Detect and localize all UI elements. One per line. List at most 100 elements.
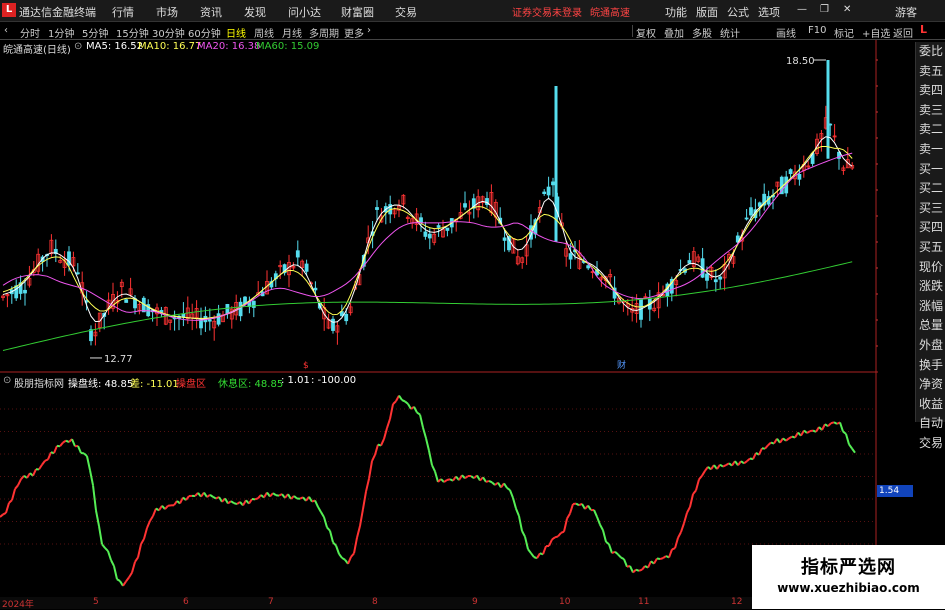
tool-fuquan[interactable]: 复权	[636, 25, 656, 40]
indicator-segment	[291, 496, 294, 499]
period-5min[interactable]: 5分钟	[82, 25, 108, 40]
menu-hangqing[interactable]: 行情	[112, 4, 134, 20]
candle-body	[252, 301, 255, 307]
indicator-segment	[783, 438, 786, 440]
menu-faxian[interactable]: 发现	[244, 4, 266, 20]
nav-back-icon[interactable]: ‹	[4, 25, 8, 36]
rp-buy1[interactable]: 买一	[916, 160, 945, 180]
indicator-segment	[330, 531, 333, 543]
indicator-segment	[72, 439, 75, 446]
indicator-segment	[78, 446, 81, 453]
indicator-name[interactable]: 股朋指标网	[14, 375, 64, 390]
ma60-label: MA60: 15.09	[256, 41, 319, 52]
indicator-segment	[744, 461, 747, 463]
indicator-segment	[438, 479, 441, 482]
ind-line1: 操盘线: 48.85	[68, 375, 133, 390]
rp-eps[interactable]: 收益	[916, 395, 945, 415]
indicator-segment	[441, 479, 444, 482]
indicator-segment	[483, 477, 486, 482]
period-daily[interactable]: 日线	[226, 25, 246, 40]
close-icon[interactable]: ✕	[843, 4, 851, 15]
price-chart[interactable]: 18.5018.0017.5017.0016.5016.0015.5015.00…	[0, 40, 878, 373]
guest-label[interactable]: 游客	[895, 4, 917, 20]
rp-turnover[interactable]: 换手	[916, 356, 945, 376]
tool-diejia[interactable]: 叠加	[664, 25, 684, 40]
rp-volume[interactable]: 总量	[916, 316, 945, 336]
indicator-segment	[231, 501, 234, 503]
tool-tongji[interactable]: 统计	[720, 25, 740, 40]
menu-caifuquan[interactable]: 财富圈	[341, 4, 374, 20]
period-15min[interactable]: 15分钟	[116, 25, 149, 40]
period-30min[interactable]: 30分钟	[152, 25, 185, 40]
tool-fanhui[interactable]: 返回	[893, 25, 913, 40]
indicator-segment	[471, 476, 474, 478]
indicator-segment	[318, 507, 321, 512]
indicator-segment	[636, 570, 639, 571]
indicator-segment	[609, 544, 612, 553]
rp-weibi[interactable]: 委比	[916, 42, 945, 62]
period-1min[interactable]: 1分钟	[48, 25, 74, 40]
rp-buy2[interactable]: 买二	[916, 179, 945, 199]
rp-buy3[interactable]: 买三	[916, 199, 945, 219]
rp-buy5[interactable]: 买五	[916, 238, 945, 258]
rp-maier[interactable]: 卖二	[916, 120, 945, 140]
login-notice[interactable]: 证券交易未登录	[512, 4, 582, 19]
tool-duogu[interactable]: 多股	[692, 25, 712, 40]
indicator-segment	[786, 438, 789, 440]
minimize-icon[interactable]: —	[797, 4, 807, 15]
rp-price[interactable]: 现价	[916, 258, 945, 278]
period-fenshi[interactable]: 分时	[20, 25, 40, 40]
indicator-segment	[654, 558, 657, 563]
menu-wenxiaoda[interactable]: 问小达	[288, 4, 321, 20]
menu-zixun[interactable]: 资讯	[200, 4, 222, 20]
tool-zixuan[interactable]: +自选	[862, 25, 890, 40]
indicator-segment	[648, 561, 651, 567]
period-more[interactable]: 更多	[344, 25, 364, 40]
rp-pct[interactable]: 涨幅	[916, 297, 945, 317]
indicator-segment	[555, 536, 558, 537]
period-monthly[interactable]: 月线	[282, 25, 302, 40]
stock-notice[interactable]: 皖通高速	[590, 4, 630, 19]
indicator-segment	[759, 448, 762, 455]
period-multi[interactable]: 多周期	[309, 25, 339, 40]
restore-icon[interactable]: ❐	[820, 4, 829, 15]
rp-trade[interactable]: 交易	[916, 434, 945, 454]
indicator-chart[interactable]: 100.0075.0050.0025.000.00-25.00-50.0014:…	[0, 373, 878, 597]
candle-body	[714, 280, 717, 282]
tool-biaoji[interactable]: 标记	[834, 25, 854, 40]
indicator-segment	[606, 542, 609, 544]
rp-maisi[interactable]: 卖四	[916, 81, 945, 101]
x-axis: 2024年 5 6 7 8 9 10 11 12	[0, 597, 878, 609]
period-weekly[interactable]: 周线	[254, 25, 274, 40]
rp-buy4[interactable]: 买四	[916, 218, 945, 238]
rp-maiwu[interactable]: 卖五	[916, 62, 945, 82]
indicator-segment	[369, 461, 372, 479]
rp-netasset[interactable]: 净资	[916, 375, 945, 395]
menu-jiaoyi[interactable]: 交易	[395, 4, 417, 20]
app-title: 通达信金融终端	[19, 4, 96, 20]
indicator-segment	[336, 545, 339, 553]
rp-auto[interactable]: 自动	[916, 414, 945, 434]
candle-body	[428, 234, 431, 238]
rp-maiyi[interactable]: 卖一	[916, 140, 945, 160]
more-chevron-icon[interactable]: ›	[367, 25, 371, 36]
indicator-segment	[384, 428, 387, 439]
candle-body	[437, 226, 440, 228]
ma5-label: MA5: 16.52	[86, 41, 143, 52]
indicator-toggle-icon[interactable]: ⊙	[3, 375, 11, 386]
menu-banmian[interactable]: 版面	[696, 4, 718, 20]
tool-f10[interactable]: F10	[808, 25, 826, 36]
indicator-segment	[414, 407, 417, 413]
rp-change[interactable]: 涨跌	[916, 277, 945, 297]
menu-gongneng[interactable]: 功能	[665, 4, 687, 20]
indicator-segment	[600, 525, 603, 531]
collapse-icon[interactable]: ⊙	[74, 41, 82, 52]
period-60min[interactable]: 60分钟	[188, 25, 221, 40]
tool-huaxian[interactable]: 画线	[776, 25, 796, 40]
rp-outer[interactable]: 外盘	[916, 336, 945, 356]
rp-maisan[interactable]: 卖三	[916, 101, 945, 121]
indicator-segment	[528, 549, 531, 553]
menu-shichang[interactable]: 市场	[156, 4, 178, 20]
menu-gongshi[interactable]: 公式	[727, 4, 749, 20]
menu-xuanxiang[interactable]: 选项	[758, 4, 780, 20]
